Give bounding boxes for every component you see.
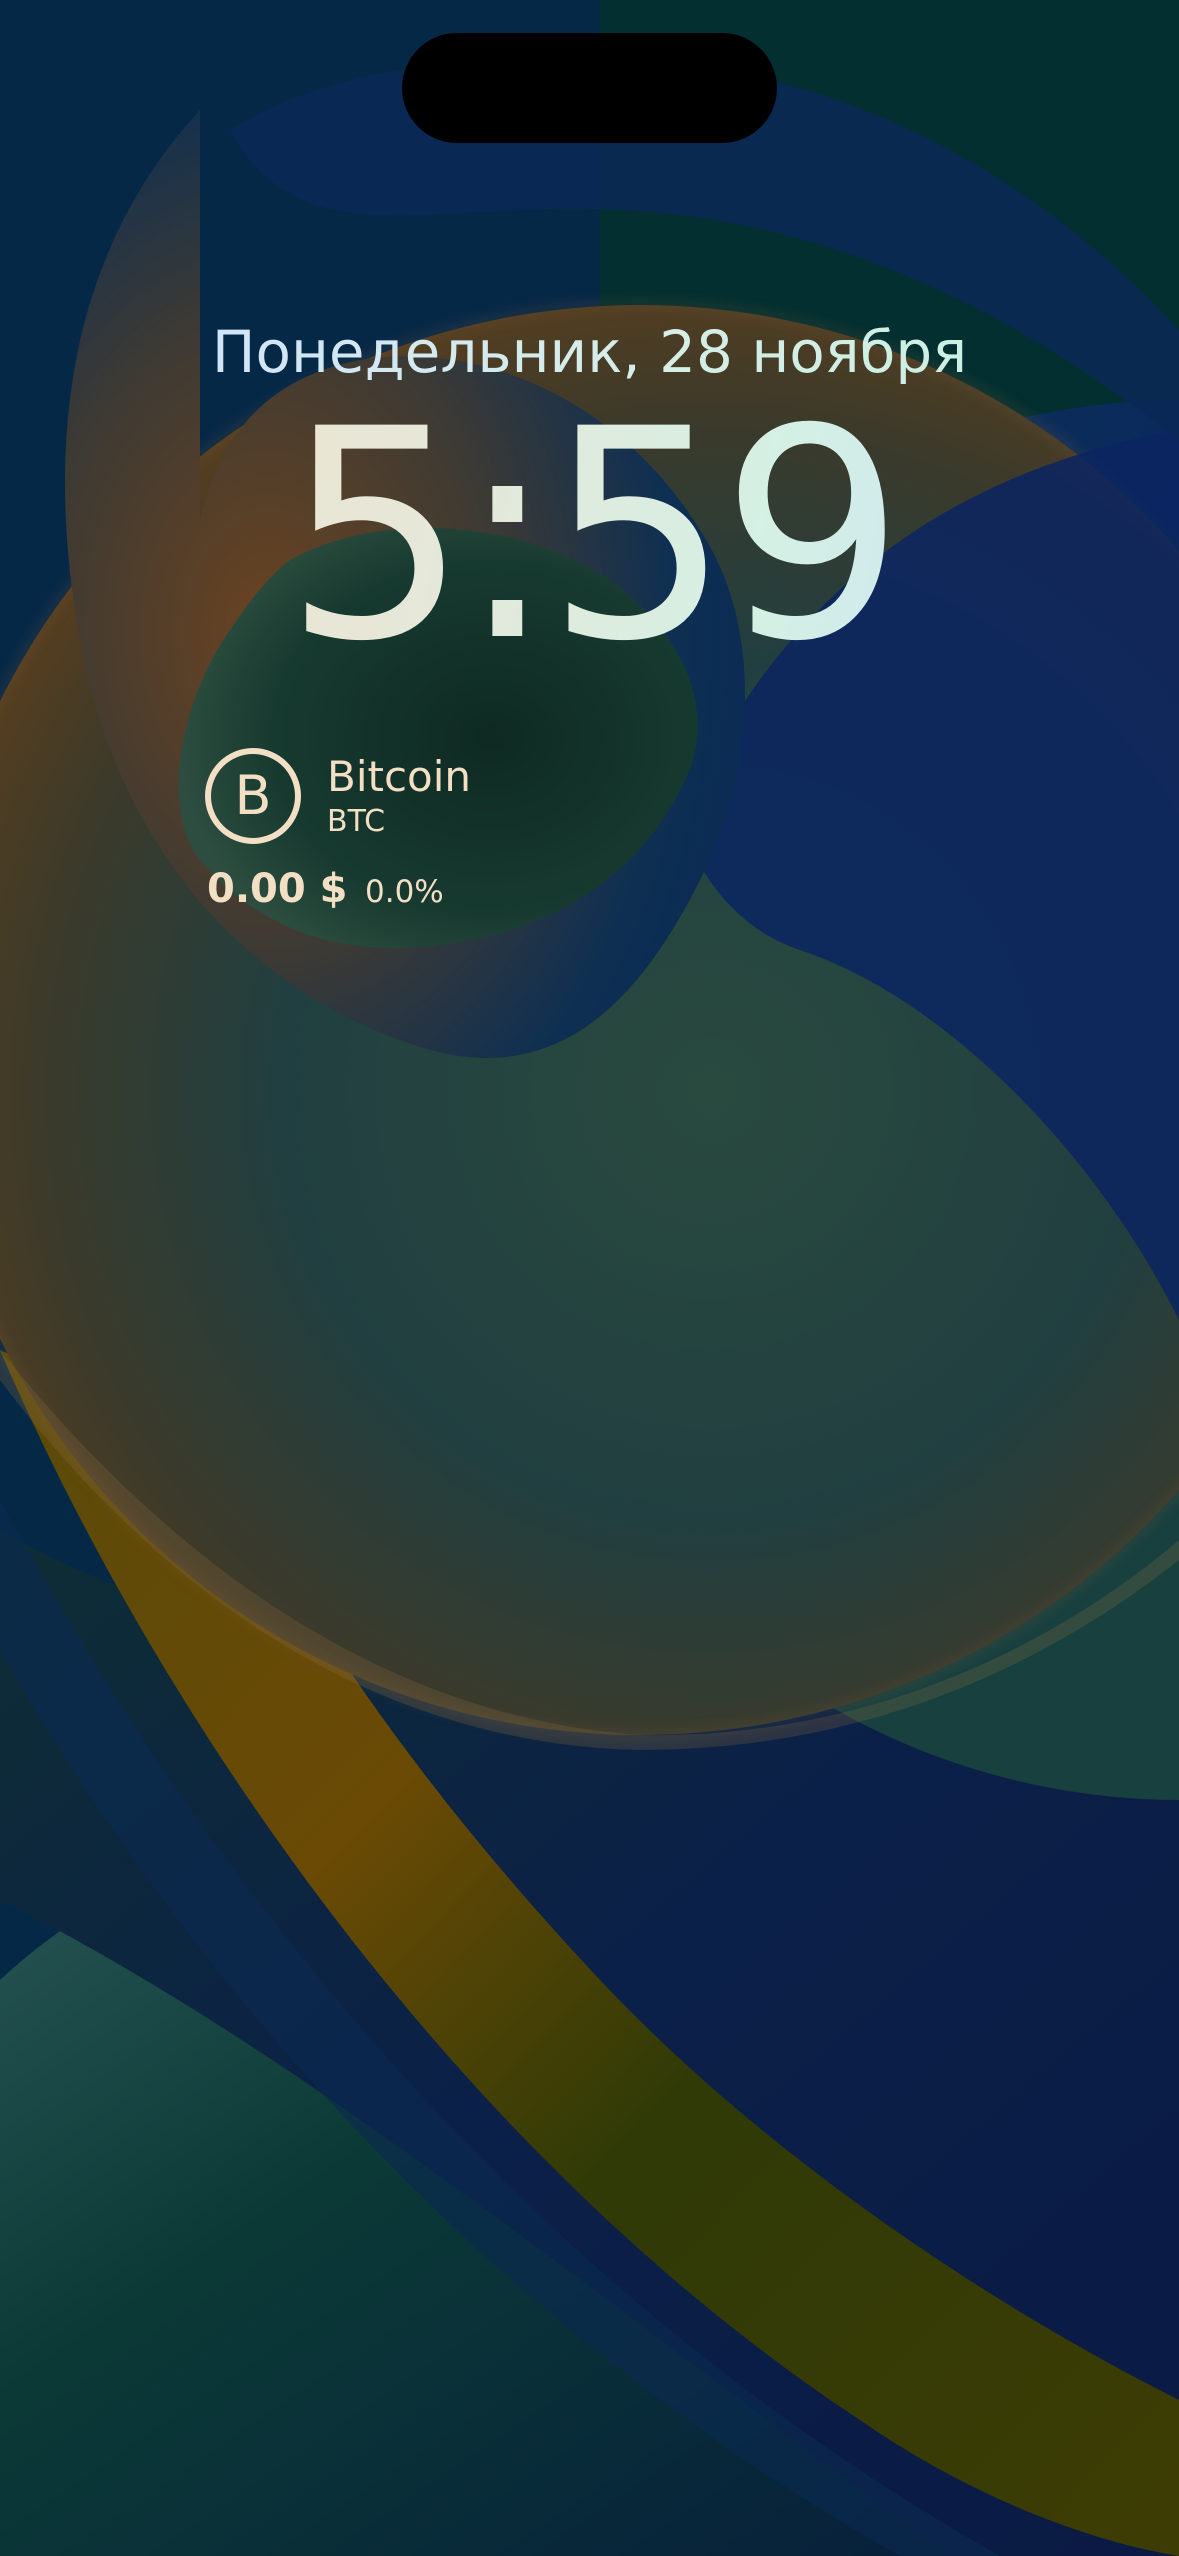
- crypto-widget[interactable]: B Bitcoin BTC 0.00 $ 0.0%: [205, 748, 565, 928]
- coin-change-percent: 0.0%: [365, 874, 444, 910]
- lock-screen: Понедельник, 28 ноября 5:59 B Bitcoin BT…: [0, 0, 1179, 2556]
- bitcoin-icon: B: [205, 748, 301, 844]
- lock-screen-time[interactable]: 5:59: [0, 392, 1179, 682]
- coin-name: Bitcoin: [327, 752, 472, 801]
- coin-price: 0.00 $: [207, 866, 348, 912]
- coin-ticker: BTC: [327, 804, 386, 839]
- dynamic-island: [402, 33, 777, 143]
